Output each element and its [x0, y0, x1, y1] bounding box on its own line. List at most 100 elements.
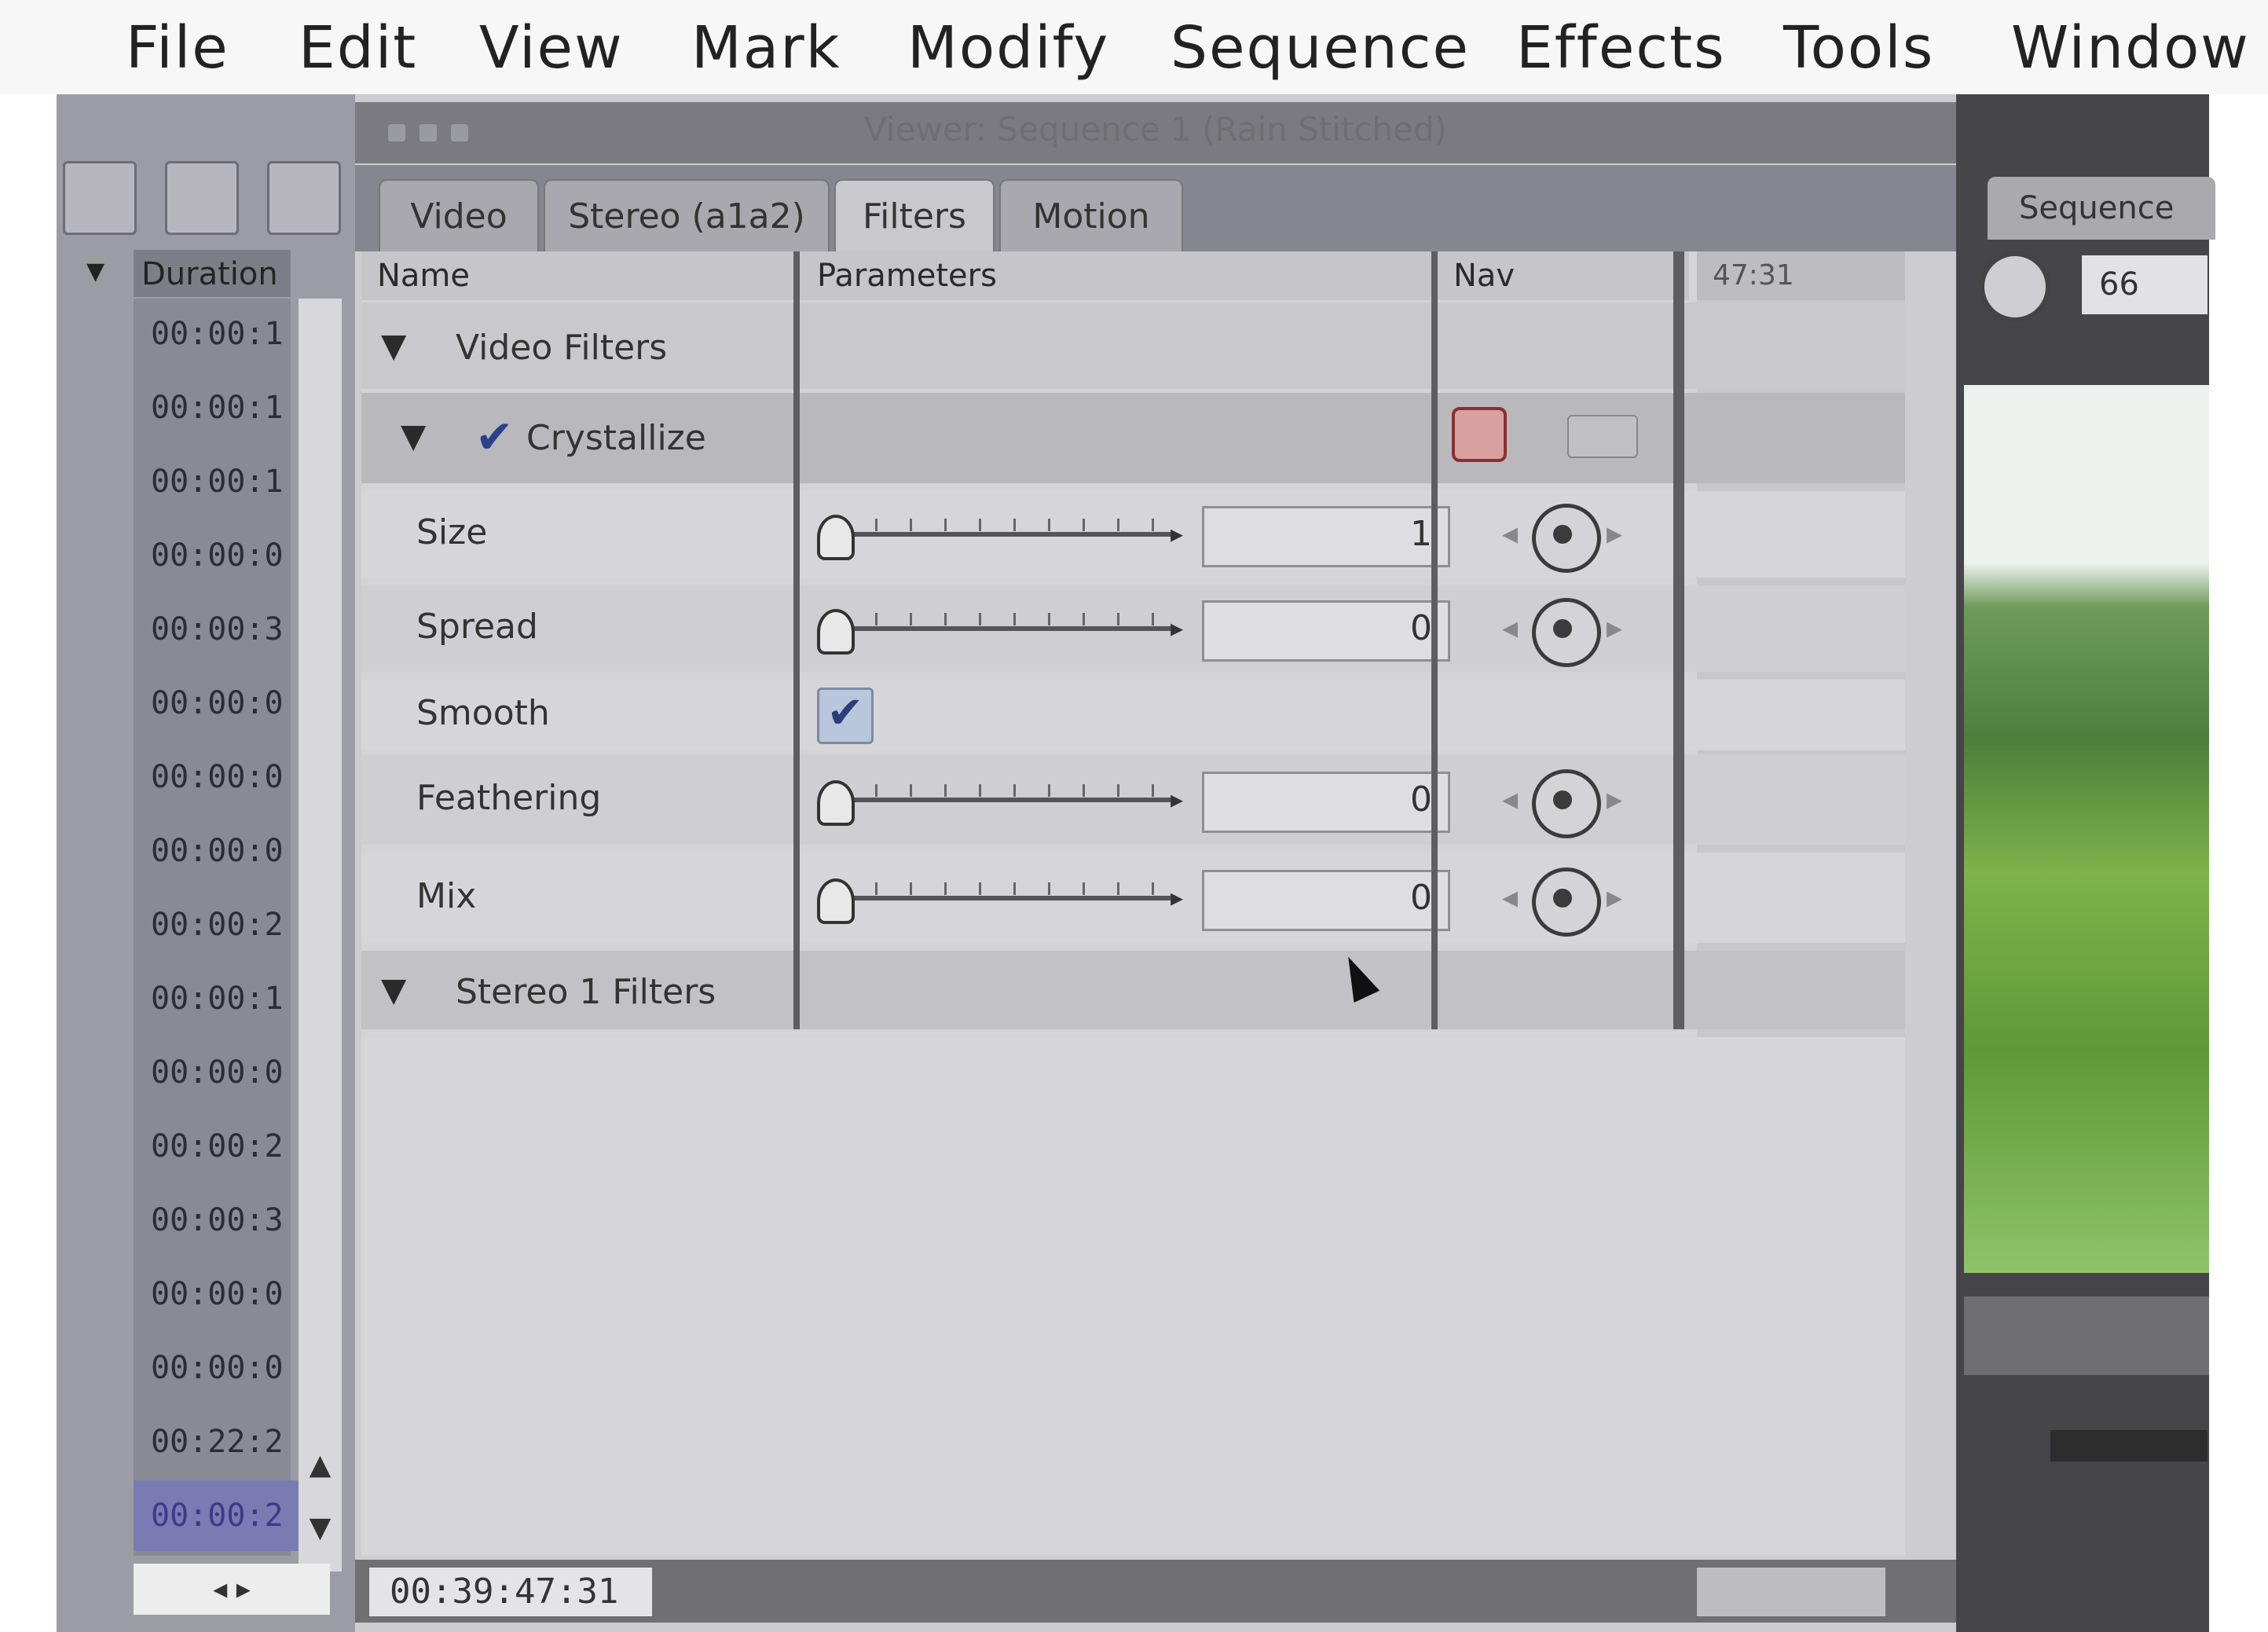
menu-file[interactable]: File — [126, 14, 229, 82]
duration-cell[interactable]: 00:00:3 — [134, 594, 308, 665]
browser-footer-arrows[interactable]: ◂ ▸ — [134, 1564, 330, 1615]
prev-keyframe-icon[interactable]: ◂ — [1502, 610, 1518, 646]
duration-cell[interactable]: 00:00:2 — [134, 1111, 308, 1182]
menu-edit[interactable]: Edit — [299, 14, 417, 82]
duration-cell[interactable]: 00:00:3 — [134, 1185, 308, 1256]
param-value-field[interactable]: 1 — [1202, 506, 1450, 567]
param-value-field[interactable]: 0 — [1202, 870, 1450, 931]
slider-tick — [1152, 784, 1154, 797]
slider-thumb[interactable] — [817, 515, 855, 560]
duration-cell[interactable]: 00:00:0 — [134, 1037, 308, 1108]
column-parameters[interactable]: Parameters — [801, 251, 1453, 300]
filter-menu-button[interactable] — [1567, 415, 1638, 458]
icon-view-icon[interactable] — [165, 161, 239, 235]
slider-track[interactable] — [825, 798, 1171, 802]
duration-cell[interactable]: 00:00:2 — [134, 1480, 308, 1551]
zoom-window-icon[interactable] — [451, 124, 468, 141]
add-keyframe-icon[interactable] — [1532, 769, 1601, 838]
slider-tick — [910, 784, 912, 797]
duration-cell[interactable]: 00:00:0 — [134, 742, 308, 812]
slider-increment-icon[interactable]: ▸ — [1171, 613, 1183, 643]
duration-cell[interactable]: 00:00:1 — [134, 963, 308, 1034]
add-keyframe-icon[interactable] — [1532, 867, 1601, 937]
duration-cell[interactable]: 00:00:0 — [134, 1333, 308, 1403]
prev-keyframe-icon[interactable]: ◂ — [1502, 781, 1518, 817]
tab-motion[interactable]: Motion — [999, 179, 1183, 253]
menu-window[interactable]: Window — [2011, 14, 2250, 82]
slider-tick — [1013, 613, 1016, 625]
browser-scrollbar[interactable]: ▲ ▼ — [299, 299, 342, 1571]
column-nav[interactable]: Nav — [1438, 251, 1689, 300]
disclosure-triangle-icon[interactable]: ▼ — [381, 326, 406, 365]
slider-increment-icon[interactable]: ▸ — [1171, 882, 1183, 912]
menu-effects[interactable]: Effects — [1516, 14, 1726, 82]
duration-cell[interactable]: 00:00:2 — [134, 889, 308, 960]
menu-modify[interactable]: Modify — [907, 14, 1109, 82]
param-value-field[interactable]: 0 — [1202, 772, 1450, 833]
duration-cell[interactable]: 00:00:0 — [134, 1259, 308, 1329]
duration-cell[interactable]: 00:00:0 — [134, 816, 308, 886]
filter-name: Crystallize — [526, 418, 706, 458]
canvas-transport-controls[interactable] — [2050, 1430, 2208, 1461]
column-divider — [1673, 251, 1684, 1029]
slider-tick — [910, 882, 912, 895]
next-keyframe-icon[interactable]: ▸ — [1607, 515, 1622, 552]
next-keyframe-icon[interactable]: ▸ — [1607, 879, 1622, 915]
canvas-jog-icon[interactable] — [1980, 251, 2050, 322]
disclosure-triangle-icon[interactable]: ▼ — [381, 970, 406, 1009]
large-icon-view-icon[interactable] — [267, 161, 341, 235]
duration-column-header[interactable]: Duration — [134, 250, 291, 297]
slider-tick — [1152, 882, 1154, 895]
tab-video[interactable]: Video — [379, 179, 539, 253]
browser-toolbar — [63, 161, 350, 248]
param-value-field[interactable]: 0 — [1202, 600, 1450, 662]
slider-track[interactable] — [825, 896, 1171, 900]
reset-filter-icon[interactable] — [1452, 407, 1507, 462]
slider-thumb[interactable] — [817, 878, 855, 924]
tab-stereo[interactable]: Stereo (a1a2) — [544, 179, 830, 253]
duration-cell[interactable]: 00:00:1 — [134, 299, 308, 369]
duration-cell[interactable]: 00:00:1 — [134, 446, 308, 517]
canvas-scrubber[interactable] — [1964, 1296, 2209, 1375]
duration-cell[interactable]: 00:00:1 — [134, 372, 308, 443]
menu-tools[interactable]: Tools — [1783, 14, 1934, 82]
next-keyframe-icon[interactable]: ▸ — [1607, 781, 1622, 817]
canvas-zoom-field[interactable]: 66 — [2082, 255, 2208, 314]
sort-triangle-icon[interactable]: ▼ — [86, 258, 104, 285]
prev-keyframe-icon[interactable]: ◂ — [1502, 515, 1518, 552]
slider-thumb[interactable] — [817, 609, 855, 655]
slider-increment-icon[interactable]: ▸ — [1171, 519, 1183, 548]
prev-keyframe-icon[interactable]: ◂ — [1502, 879, 1518, 915]
close-window-icon[interactable] — [388, 124, 405, 141]
slider-increment-icon[interactable]: ▸ — [1171, 784, 1183, 814]
tab-sequence[interactable]: Sequence — [1988, 177, 2215, 240]
menu-sequence[interactable]: Sequence — [1171, 14, 1470, 82]
scroll-up-icon[interactable]: ▲ — [299, 1438, 342, 1493]
filter-enabled-checkmark[interactable]: ✔ — [475, 410, 514, 464]
add-keyframe-icon[interactable] — [1532, 504, 1601, 573]
slider-track[interactable] — [825, 532, 1171, 537]
smooth-checkbox[interactable]: ✔ — [817, 688, 874, 744]
duration-cell[interactable]: 00:22:2 — [134, 1406, 308, 1477]
scroll-down-icon[interactable]: ▼ — [299, 1501, 342, 1556]
list-view-icon[interactable] — [63, 161, 137, 235]
duration-cell[interactable]: 00:00:0 — [134, 668, 308, 739]
timecode-field[interactable]: 00:39:47:31 — [369, 1568, 652, 1616]
slider-tick — [1048, 784, 1050, 797]
slider-thumb[interactable] — [817, 780, 855, 826]
param-label: Size — [416, 512, 488, 552]
viewer-title: Viewer: Sequence 1 (Rain Stitched) — [864, 110, 1448, 149]
tab-filters[interactable]: Filters — [834, 179, 995, 253]
slider-tick — [1152, 613, 1154, 625]
column-name[interactable]: Name — [361, 251, 817, 300]
menu-view[interactable]: View — [479, 14, 624, 82]
filters-empty-area[interactable] — [361, 1037, 1905, 1556]
slider-track[interactable] — [825, 626, 1171, 631]
zoom-control[interactable] — [1697, 1568, 1885, 1616]
menu-mark[interactable]: Mark — [691, 14, 841, 82]
disclosure-triangle-icon[interactable]: ▼ — [401, 416, 426, 455]
minimize-window-icon[interactable] — [420, 124, 437, 141]
add-keyframe-icon[interactable] — [1532, 598, 1601, 667]
next-keyframe-icon[interactable]: ▸ — [1607, 610, 1622, 646]
duration-cell[interactable]: 00:00:0 — [134, 520, 308, 591]
